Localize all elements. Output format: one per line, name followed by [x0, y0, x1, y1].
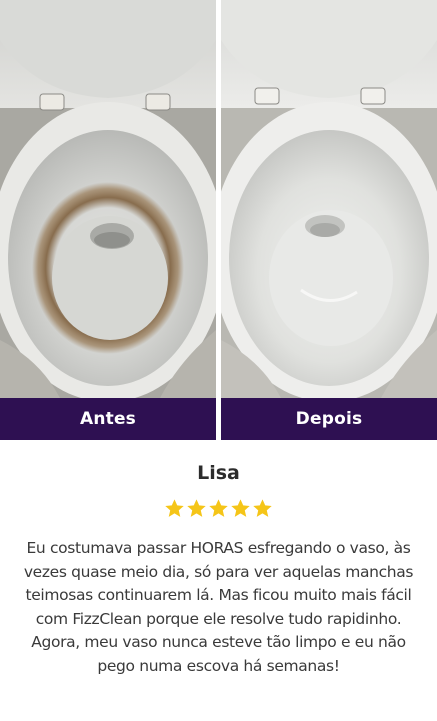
clean-toilet-image — [221, 0, 437, 398]
customer-review: Lisa Eu costumava passar HORAS esfregand… — [0, 440, 437, 721]
reviewer-name: Lisa — [197, 462, 240, 484]
before-after-comparison: Antes Depois — [0, 0, 437, 440]
star-icon — [253, 499, 272, 517]
after-panel: Depois — [221, 0, 437, 440]
before-panel: Antes — [0, 0, 216, 440]
star-icon — [165, 499, 184, 517]
review-text: Eu costumava passar HORAS esfregando o v… — [23, 539, 414, 675]
dirty-toilet-image — [0, 0, 216, 398]
after-label: Depois — [221, 398, 437, 440]
star-icon — [209, 499, 228, 517]
star-icon — [187, 499, 206, 517]
star-rating — [0, 498, 437, 519]
before-label: Antes — [0, 398, 216, 440]
star-icon — [231, 499, 250, 517]
